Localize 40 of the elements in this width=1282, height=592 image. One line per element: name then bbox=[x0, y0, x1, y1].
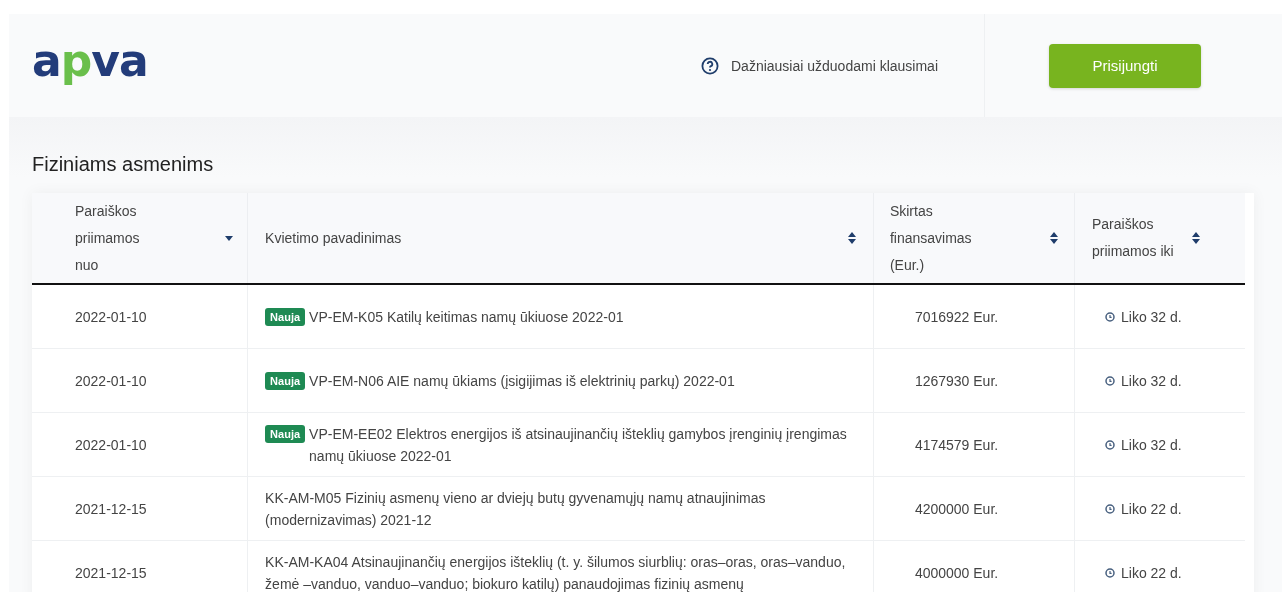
clock-icon bbox=[1105, 503, 1115, 514]
column-header[interactable]: Paraiškos priimamos nuo bbox=[32, 193, 248, 284]
call-name-link[interactable]: KK-AM-KA04 Atsinaujinančių energijos išteklių (t. y. šilumos siurblių: oras–oras, oras–vanduo, žemė –vanduo, vanduo–vanduo; biokuro katilų) panaudojimas fizinių asmenų bbox=[265, 550, 856, 592]
funding-cell: 4000000 Eur. bbox=[873, 540, 1075, 592]
deadline-text: Liko 22 d. bbox=[1121, 499, 1182, 519]
date-cell: 2021-12-15 bbox=[32, 476, 248, 541]
call-name-link[interactable]: VP-EM-N06 AIE namų ūkiams (įsigijimas iš elektrinių parkų) 2022-01 bbox=[309, 369, 735, 392]
section-title: Fiziniams asmenims bbox=[32, 153, 215, 176]
call-name-link[interactable]: VP-EM-EE02 Elektros energijos iš atsinaujinančių išteklių gamybos įrenginių įrengimas namų ūkiuose 2022-01 bbox=[309, 422, 856, 467]
clock-icon bbox=[1105, 375, 1115, 386]
deadline-text: Liko 32 d. bbox=[1121, 435, 1182, 455]
new-badge: Nauja bbox=[265, 307, 306, 326]
date-cell: 2022-01-10 bbox=[32, 348, 248, 413]
funding-cell: 7016922 Eur. bbox=[873, 284, 1075, 349]
logo[interactable]: apva bbox=[32, 38, 148, 83]
date-cell: 2022-01-10 bbox=[32, 284, 248, 349]
column-label: Skirtas finansavimas (Eur.) bbox=[889, 201, 973, 275]
clock-icon bbox=[1105, 311, 1115, 322]
new-badge: Nauja bbox=[265, 371, 306, 390]
deadline-text: Liko 32 d. bbox=[1121, 307, 1182, 327]
faq-link[interactable]: Dažniausiai užduodami klausimai bbox=[731, 57, 938, 74]
clock-icon bbox=[1105, 439, 1115, 450]
funding-cell: 4200000 Eur. bbox=[873, 476, 1075, 541]
column-header[interactable]: Skirtas finansavimas (Eur.) bbox=[873, 193, 1075, 284]
funding-cell: 1267930 Eur. bbox=[873, 348, 1075, 413]
column-label: Paraiškos priimamos nuo bbox=[75, 201, 141, 275]
call-name-link[interactable]: VP-EM-K05 Katilų keitimas namų ūkiuose 2022-01 bbox=[309, 305, 624, 328]
column-header[interactable]: Paraiškos priimamos iki bbox=[1074, 193, 1245, 284]
help-icon bbox=[701, 56, 719, 75]
date-cell: 2021-12-15 bbox=[32, 540, 248, 592]
column-label: Kvietimo pavadinimas bbox=[265, 228, 402, 248]
column-label: Paraiškos priimamos iki bbox=[1092, 215, 1175, 261]
new-badge: Nauja bbox=[265, 424, 306, 443]
date-cell: 2022-01-10 bbox=[32, 412, 248, 477]
call-name-link[interactable]: KK-AM-M05 Fizinių asmenų vieno ar dviejų butų gyvenamųjų namų atnaujinimas (modernizavimas) 2021-12 bbox=[265, 486, 856, 531]
deadline-text: Liko 22 d. bbox=[1121, 563, 1182, 583]
clock-icon bbox=[1105, 567, 1115, 578]
funding-cell: 4174579 Eur. bbox=[873, 412, 1075, 477]
deadline-text: Liko 32 d. bbox=[1121, 371, 1182, 391]
column-header[interactable]: Kvietimo pavadinimas bbox=[247, 193, 874, 284]
